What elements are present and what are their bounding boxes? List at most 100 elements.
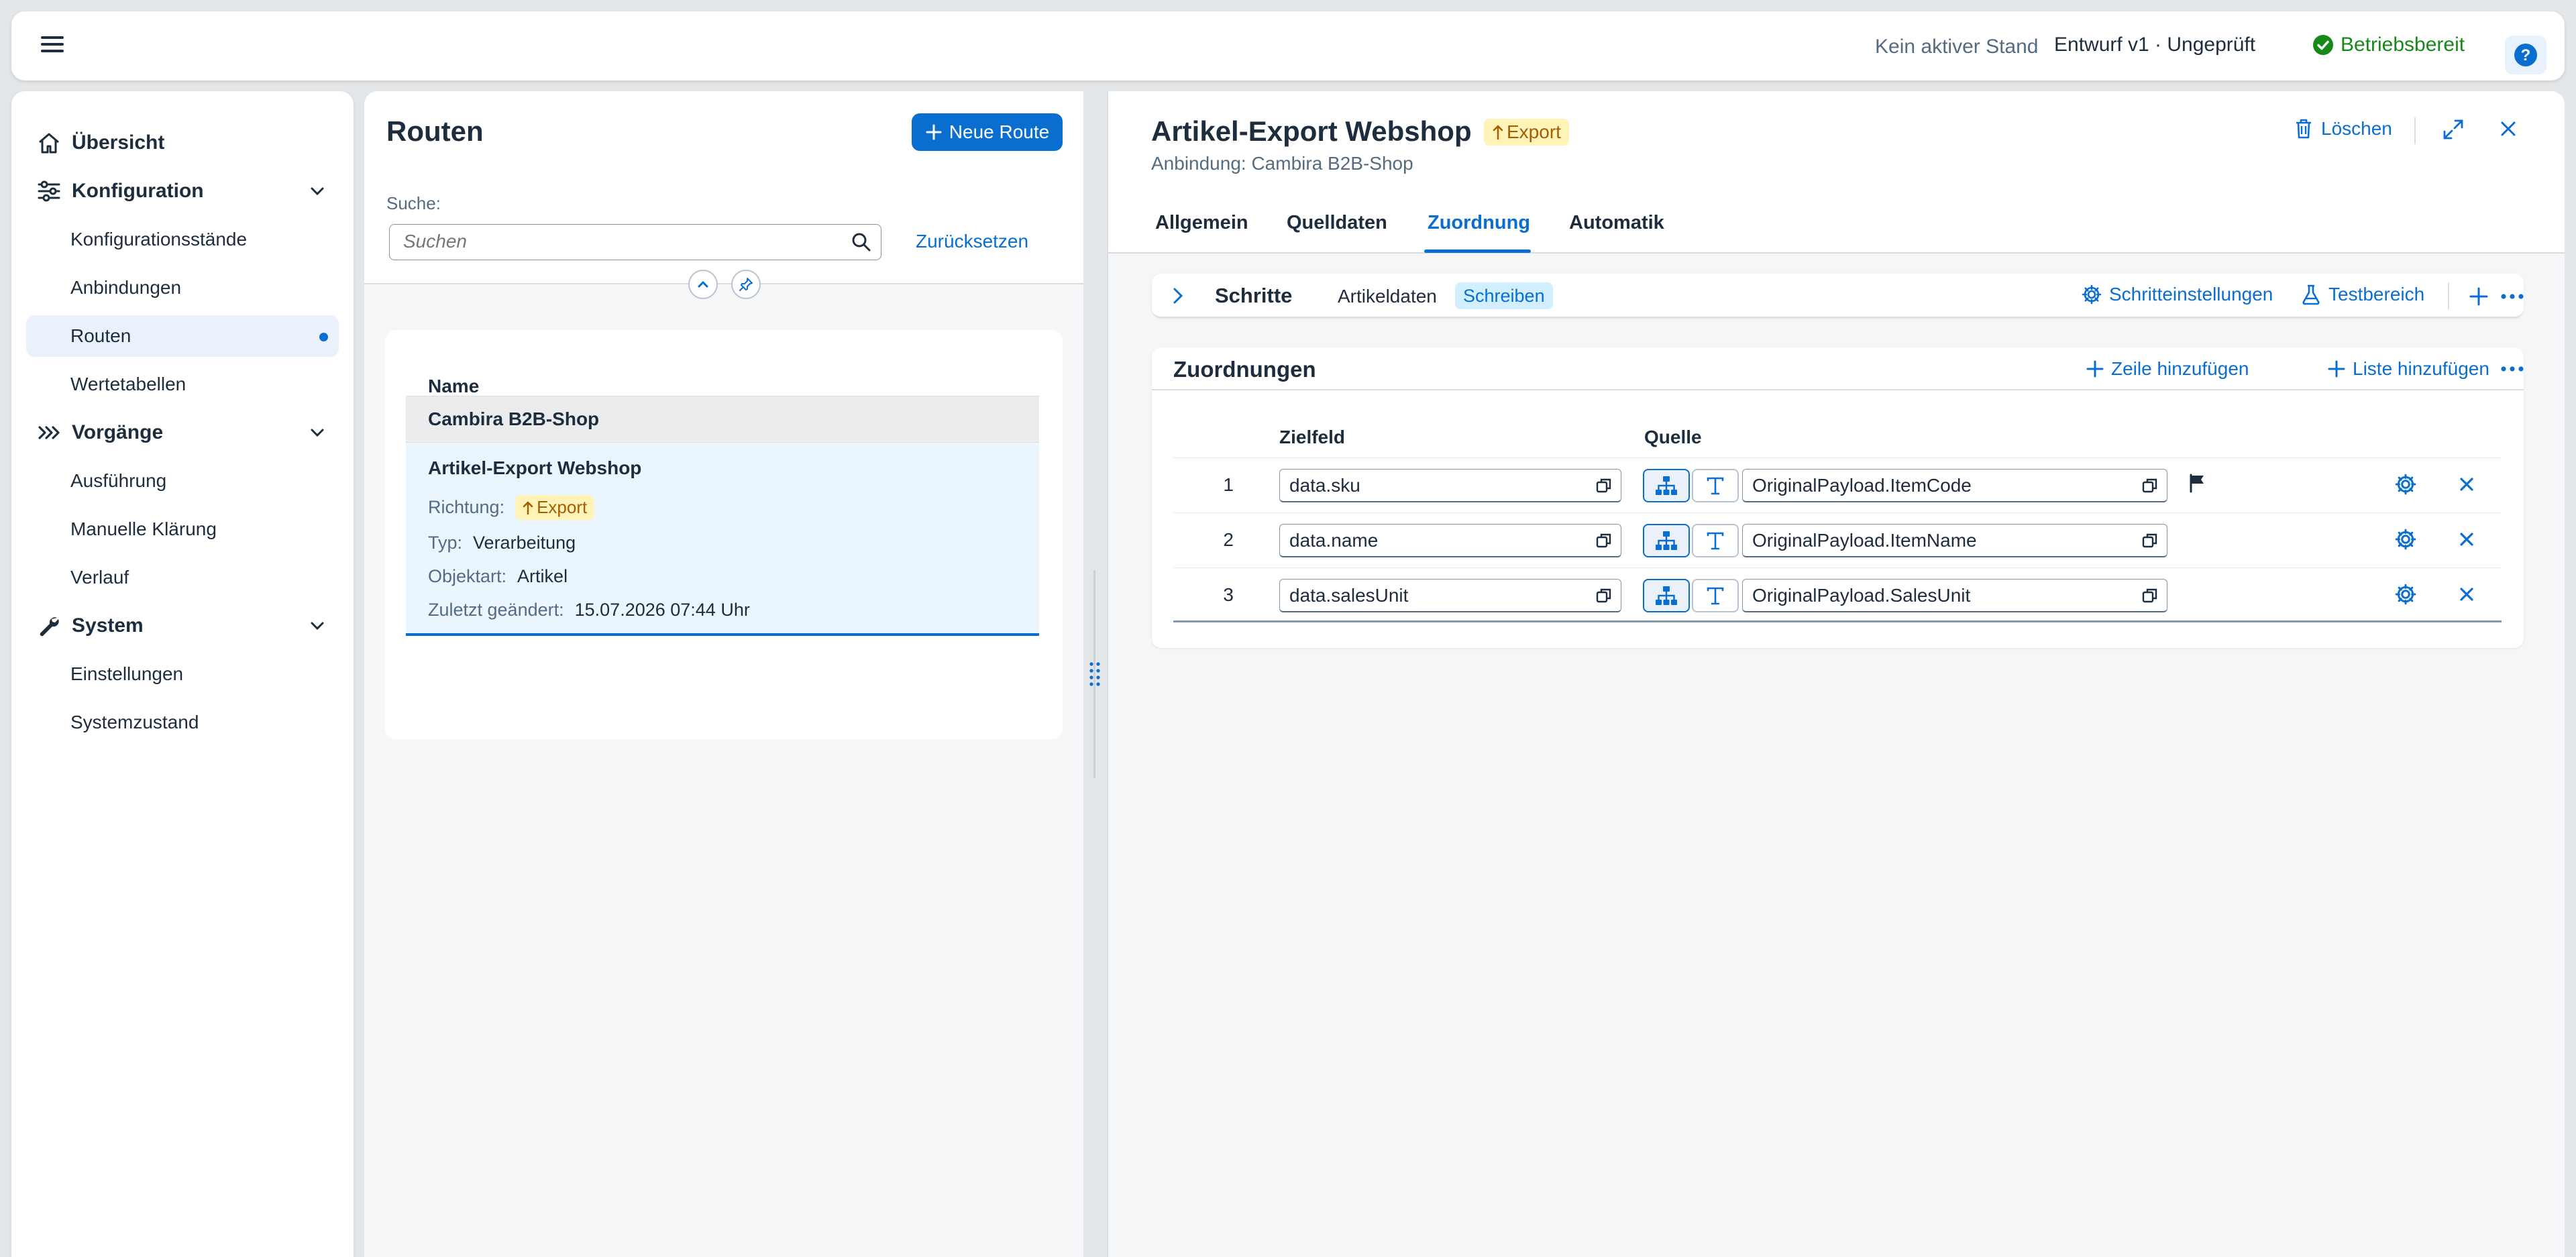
nav-group-system[interactable]: System <box>26 605 339 647</box>
nav-item-manual-clarification[interactable]: Manuelle Klärung <box>26 508 339 550</box>
structure-mode-toggle[interactable] <box>1643 469 1690 502</box>
wrench-icon <box>36 612 62 639</box>
nav-group-processes[interactable]: Vorgänge <box>26 412 339 453</box>
source-field-input[interactable]: OriginalPayload.ItemCode <box>1742 469 2167 502</box>
text-icon <box>1705 531 1725 551</box>
double-chevron-right-icon <box>36 419 62 446</box>
arrow-up-icon <box>1492 124 1504 140</box>
close-button[interactable] <box>2499 119 2518 138</box>
tab-general[interactable]: Allgemein <box>1155 212 1248 234</box>
check-circle-icon <box>2312 34 2334 56</box>
splitter-handle[interactable] <box>1087 661 1102 688</box>
copy-icon[interactable] <box>2141 477 2159 494</box>
routes-panel: Routen Neue Route Suche: Zurücksetzen <box>364 91 1083 1257</box>
home-icon <box>36 129 62 156</box>
structure-mode-toggle[interactable] <box>1643 579 1690 612</box>
chevron-right-icon[interactable] <box>1169 286 1187 306</box>
nav-group-label: Vorgänge <box>72 421 164 443</box>
source-field-value: OriginalPayload.SalesUnit <box>1752 584 1971 606</box>
structure-mode-toggle[interactable] <box>1643 524 1690 557</box>
search-input[interactable] <box>390 225 826 258</box>
more-icon[interactable] <box>2501 294 2524 299</box>
pin-header-button[interactable] <box>731 270 761 299</box>
target-field-value: data.sku <box>1289 474 1360 496</box>
nav-item-history[interactable]: Verlauf <box>26 557 339 598</box>
nav-item-value-tables[interactable]: Wertetabellen <box>26 364 339 405</box>
reset-button[interactable]: Zurücksetzen <box>916 231 1028 252</box>
nav-item-config-states[interactable]: Konfigurationsstände <box>26 219 339 260</box>
gear-icon <box>2081 284 2102 305</box>
new-route-button[interactable]: Neue Route <box>912 113 1063 151</box>
row-number: 3 <box>1223 584 1234 605</box>
test-area-label: Testbereich <box>2328 284 2425 305</box>
copy-icon[interactable] <box>1595 532 1613 549</box>
row-number: 2 <box>1223 529 1234 550</box>
menu-icon[interactable] <box>41 32 70 62</box>
tab-automation[interactable]: Automatik <box>1569 212 1664 234</box>
delete-row-icon[interactable] <box>2457 585 2476 604</box>
target-field-value: data.name <box>1289 529 1379 551</box>
test-area-button[interactable]: Testbereich <box>2300 284 2424 305</box>
help-icon: ? <box>2514 43 2538 67</box>
more-icon[interactable] <box>2501 366 2524 372</box>
mappings-title: Zuordnungen <box>1173 357 1316 382</box>
list-item[interactable]: Artikel-Export Webshop Richtung: Export … <box>406 443 1039 636</box>
nav-group-label: Konfiguration <box>72 180 204 202</box>
search-field[interactable] <box>389 224 881 260</box>
nav-item-routes[interactable]: Routen <box>26 315 339 357</box>
system-status-label: Betriebsbereit <box>2341 34 2465 56</box>
delete-button[interactable]: Löschen <box>2294 118 2392 140</box>
target-field-input[interactable]: data.salesUnit <box>1279 579 1621 612</box>
copy-icon[interactable] <box>1595 477 1613 494</box>
active-tab-indicator <box>1424 250 1531 253</box>
nav-item-overview[interactable]: Übersicht <box>26 122 339 164</box>
pin-icon <box>739 277 753 292</box>
fullscreen-button[interactable] <box>2443 119 2464 140</box>
nav-item-label: Übersicht <box>72 131 165 154</box>
nav-item-system-health[interactable]: Systemzustand <box>26 702 339 743</box>
row-settings-icon[interactable] <box>2394 583 2417 606</box>
nav-item-connections[interactable]: Anbindungen <box>26 267 339 309</box>
delete-row-icon[interactable] <box>2457 530 2476 549</box>
nav-item-execution[interactable]: Ausführung <box>26 460 339 502</box>
add-list-button[interactable]: Liste hinzufügen <box>2327 358 2489 380</box>
target-field-value: data.salesUnit <box>1289 584 1409 606</box>
copy-icon[interactable] <box>1595 587 1613 604</box>
detail-title: Artikel-Export Webshop <box>1151 115 1472 147</box>
add-step-icon[interactable] <box>2469 286 2489 307</box>
step-mode-badge[interactable]: Schreiben <box>1455 282 1553 309</box>
chevron-down-icon <box>309 425 325 441</box>
tab-mapping[interactable]: Zuordnung <box>1428 212 1530 234</box>
tab-source-data[interactable]: Quelldaten <box>1287 212 1387 234</box>
source-field-input[interactable]: OriginalPayload.SalesUnit <box>1742 579 2167 612</box>
draft-status-text: Entwurf v1 · Ungeprüft <box>2054 34 2256 56</box>
plus-icon <box>2327 360 2346 378</box>
attribute-object-type: Objektart: Artikel <box>428 566 568 587</box>
search-icon[interactable] <box>851 232 871 252</box>
help-button[interactable]: ? <box>2505 36 2546 74</box>
row-settings-icon[interactable] <box>2394 528 2417 551</box>
nav-item-settings[interactable]: Einstellungen <box>26 653 339 695</box>
nav-group-label: System <box>72 614 144 637</box>
system-status: Betriebsbereit <box>2312 34 2465 56</box>
target-field-input[interactable]: data.sku <box>1279 469 1621 502</box>
flask-icon <box>2300 284 2322 305</box>
routes-list: Name Cambira B2B-Shop Artikel-Export Web… <box>385 330 1063 739</box>
delete-row-icon[interactable] <box>2457 475 2476 494</box>
add-row-button[interactable]: Zeile hinzufügen <box>2086 358 2249 380</box>
delete-label: Löschen <box>2321 118 2392 139</box>
search-label: Suche: <box>386 193 441 213</box>
copy-icon[interactable] <box>2141 532 2159 549</box>
step-settings-button[interactable]: Schritteinstellungen <box>2081 284 2273 305</box>
collapse-header-button[interactable] <box>688 270 718 299</box>
source-field-input[interactable]: OriginalPayload.ItemName <box>1742 524 2167 557</box>
text-mode-toggle[interactable] <box>1692 524 1739 557</box>
row-settings-icon[interactable] <box>2394 473 2417 496</box>
text-mode-toggle[interactable] <box>1692 469 1739 502</box>
text-mode-toggle[interactable] <box>1692 579 1739 612</box>
flag-icon[interactable] <box>2188 473 2206 493</box>
target-field-input[interactable]: data.name <box>1279 524 1621 557</box>
copy-icon[interactable] <box>2141 587 2159 604</box>
text-icon <box>1705 476 1725 496</box>
nav-group-configuration[interactable]: Konfiguration <box>26 170 339 212</box>
